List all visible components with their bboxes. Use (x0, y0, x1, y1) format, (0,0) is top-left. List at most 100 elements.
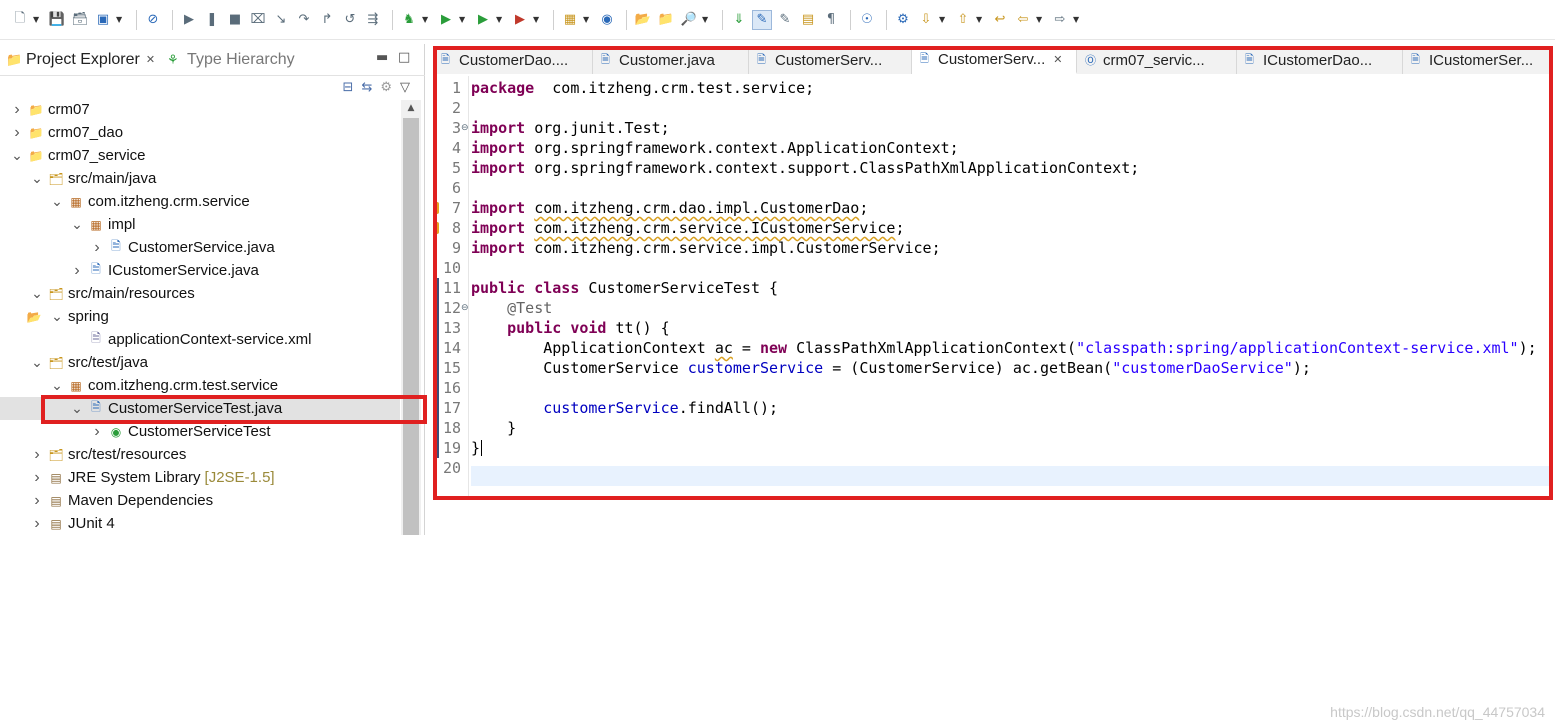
tree-item[interactable]: ⌄ 🗂 src/main/resources (0, 282, 400, 305)
suspend-icon[interactable]: ❚ (202, 10, 222, 30)
tree-item[interactable]: › ▤ JUnit 4 (0, 512, 400, 535)
chevron-down-icon[interactable]: ⌄ (30, 170, 44, 187)
collapse-all-icon[interactable]: ⊟ (343, 80, 354, 95)
warning-marker-icon[interactable] (433, 202, 439, 214)
dropdown-arrow-icon[interactable]: ▼ (422, 15, 430, 24)
print-icon[interactable]: ▣ (93, 10, 113, 30)
tree-item[interactable]: 🗎 applicationContext-service.xml (0, 328, 400, 351)
code-area[interactable]: package com.itzheng.crm.test.service; imp… (471, 76, 1551, 500)
chevron-down-icon[interactable]: ⌄ (50, 193, 64, 210)
step-return-icon[interactable]: ↱ (317, 10, 337, 30)
minimize-icon[interactable]: ▬ (376, 50, 388, 65)
dropdown-arrow-icon[interactable]: ▼ (1073, 15, 1081, 24)
maximize-icon[interactable]: □ (398, 50, 410, 65)
editor-tab[interactable]: 🗎 CustomerServ... (749, 46, 912, 74)
forward-icon[interactable]: ⇨ (1050, 10, 1070, 30)
use-step-filters-icon[interactable]: ⇶ (363, 10, 383, 30)
dropdown-arrow-icon[interactable]: ▼ (533, 15, 541, 24)
editor-tab[interactable]: 🗎 ICustomerSer... (1403, 46, 1553, 74)
new-server-icon[interactable]: ▦ (560, 10, 580, 30)
tab-project-explorer[interactable]: 📁 Project Explorer ✕ (0, 44, 161, 76)
tree-item[interactable]: › 📁 crm07_dao (0, 121, 400, 144)
run-icon[interactable]: ▶ (436, 10, 456, 30)
terminate-icon[interactable]: ■ (225, 10, 245, 30)
chevron-right-icon[interactable]: › (30, 446, 44, 464)
tree-item[interactable]: ⌄ 📂 spring (0, 305, 400, 328)
chevron-down-icon[interactable]: ⌄ (30, 285, 44, 302)
step-over-icon[interactable]: ↷ (294, 10, 314, 30)
dropdown-arrow-icon[interactable]: ▼ (939, 15, 947, 24)
show-whitespace-icon[interactable]: ¶ (821, 10, 841, 30)
close-icon[interactable]: ✕ (146, 53, 155, 66)
dropdown-arrow-icon[interactable]: ▼ (976, 15, 984, 24)
tree-item[interactable]: ⌄ ▦ impl (0, 213, 400, 236)
chevron-right-icon[interactable]: › (30, 469, 44, 487)
fold-toggle-icon[interactable]: ⊖ (461, 118, 469, 138)
toggle-mark-icon[interactable]: ✎ (775, 10, 795, 30)
dropdown-arrow-icon[interactable]: ▼ (702, 15, 710, 24)
chevron-down-icon[interactable]: ⌄ (50, 377, 64, 394)
disconnect-icon[interactable]: ⌧ (248, 10, 268, 30)
resume-icon[interactable]: ▶ (179, 10, 199, 30)
tree-item[interactable]: › 📁 crm07 (0, 98, 400, 121)
globe-icon[interactable]: ☉ (857, 10, 877, 30)
editor-tab[interactable]: 🗎 CustomerDao.... (433, 46, 593, 74)
dropdown-arrow-icon[interactable]: ▼ (496, 15, 504, 24)
editor-tab[interactable]: 🗎 CustomerServ... ✕ (912, 46, 1077, 74)
tree-item[interactable]: › 🗂 src/test/resources (0, 443, 400, 466)
filters-icon[interactable]: ⚙ (380, 80, 392, 95)
prev-edit-icon[interactable]: ⇧ (953, 10, 973, 30)
highlight-icon[interactable]: ✎ (752, 9, 772, 30)
step-into-icon[interactable]: ↘ (271, 10, 291, 30)
new-java-icon[interactable]: ◉ (597, 10, 617, 30)
chevron-right-icon[interactable]: › (90, 423, 104, 441)
back-icon[interactable]: ⇦ (1013, 10, 1033, 30)
dropdown-arrow-icon[interactable]: ▼ (459, 15, 467, 24)
chevron-right-icon[interactable]: › (90, 239, 104, 257)
scrollbar-thumb[interactable] (403, 118, 419, 535)
drop-frame-icon[interactable]: ↺ (340, 10, 360, 30)
new-icon[interactable]: 🗋 (10, 10, 30, 30)
chevron-down-icon[interactable]: ⌄ (10, 147, 24, 164)
chevron-right-icon[interactable]: › (30, 492, 44, 510)
open-task-icon[interactable]: 📁 (656, 10, 676, 30)
tree-item[interactable]: › 🗎 CustomerService.java (0, 236, 400, 259)
fold-toggle-icon[interactable]: ⊖ (461, 298, 469, 318)
save-all-icon[interactable]: 🗃 (70, 10, 90, 30)
next-annotation-icon[interactable]: ⇓ (729, 10, 749, 30)
editor-tab[interactable]: 🗎 Customer.java (593, 46, 749, 74)
chevron-down-icon[interactable]: ⌄ (30, 354, 44, 371)
chevron-right-icon[interactable]: › (10, 124, 24, 142)
scroll-up-icon[interactable]: ▲ (401, 100, 421, 116)
link-with-editor-icon[interactable]: ⇆ (361, 80, 372, 95)
dropdown-arrow-icon[interactable]: ▼ (583, 15, 591, 24)
warning-marker-icon[interactable] (433, 222, 439, 234)
search-icon[interactable]: 🔎 (679, 10, 699, 30)
debug-icon[interactable]: ♞ (399, 10, 419, 30)
save-icon[interactable]: 💾 (47, 10, 67, 30)
external-tools-icon[interactable]: ⚙ (893, 10, 913, 30)
next-edit-icon[interactable]: ⇩ (916, 10, 936, 30)
dropdown-arrow-icon[interactable]: ▼ (33, 15, 41, 24)
chevron-right-icon[interactable]: › (70, 262, 84, 280)
dropdown-arrow-icon[interactable]: ▼ (1036, 15, 1044, 24)
tree-item[interactable]: ⌄ ▦ com.itzheng.crm.test.service (0, 374, 400, 397)
dropdown-arrow-icon[interactable]: ▼ (116, 15, 124, 24)
tree-item[interactable]: ⌄ 🗂 src/test/java (0, 351, 400, 374)
tree-item[interactable]: ⌄ ▦ com.itzheng.crm.service (0, 190, 400, 213)
tree-item[interactable]: › 🗎 ICustomerService.java (0, 259, 400, 282)
last-edit-icon[interactable]: ↩ (990, 10, 1010, 30)
close-icon[interactable]: ✕ (1053, 53, 1062, 66)
tree-item[interactable]: › ▤ JRE System Library [J2SE-1.5] (0, 466, 400, 489)
editor-tab[interactable]: Ⓞcrm07_servic... (1077, 46, 1237, 74)
editor-tab[interactable]: 🗎 ICustomerDao... (1237, 46, 1403, 74)
tree-item[interactable]: › ▤ Maven Dependencies (0, 489, 400, 512)
view-menu-icon[interactable]: ▽ (400, 80, 410, 95)
tab-type-hierarchy[interactable]: ⚘ Type Hierarchy (161, 44, 301, 76)
chevron-right-icon[interactable]: › (10, 101, 24, 119)
run-ext-icon[interactable]: ▶ (473, 10, 493, 30)
chevron-right-icon[interactable]: › (30, 515, 44, 533)
tree-item[interactable]: ⌄ 📁 crm07_service (0, 144, 400, 167)
tree-item[interactable]: ⌄ 🗂 src/main/java (0, 167, 400, 190)
block-select-icon[interactable]: ▤ (798, 10, 818, 30)
